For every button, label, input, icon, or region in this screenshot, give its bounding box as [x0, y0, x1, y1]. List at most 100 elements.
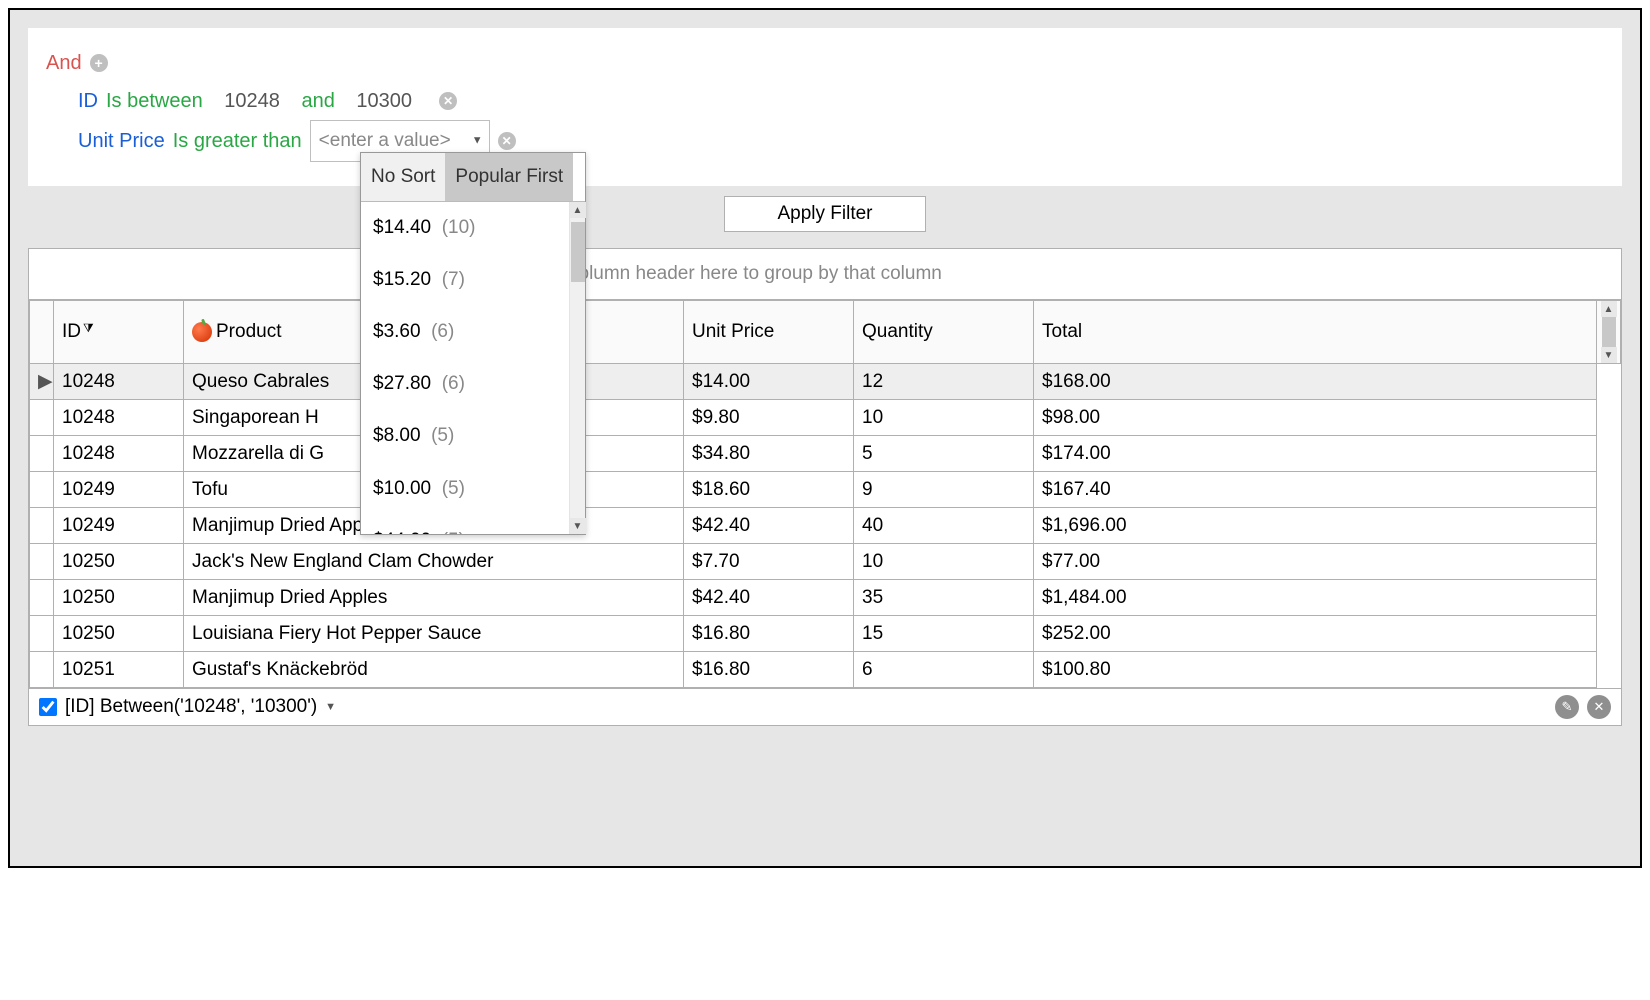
cell-unit-price: $42.40	[684, 508, 854, 544]
filter-operator[interactable]: Is between	[106, 82, 203, 120]
row-indicator	[30, 544, 54, 580]
column-header-unit-price[interactable]: Unit Price	[684, 301, 854, 364]
table-row[interactable]: 10249Manjimup Dried Apples$42.4040$1,696…	[30, 508, 1621, 544]
dropdown-item[interactable]: $27.80 (6)	[361, 358, 569, 410]
table-row[interactable]: 10250Louisiana Fiery Hot Pepper Sauce$16…	[30, 616, 1621, 652]
dropdown-sort-tabs: No Sort Popular First	[361, 153, 585, 202]
cell-quantity: 12	[854, 364, 1034, 400]
row-indicator	[30, 652, 54, 688]
remove-condition-icon[interactable]: ✕	[498, 132, 516, 150]
dropdown-item[interactable]: $3.60 (6)	[361, 306, 569, 358]
edit-filter-icon[interactable]: ✎	[1555, 695, 1579, 719]
tab-popular-first[interactable]: Popular First	[445, 153, 573, 201]
filter-operator[interactable]: Is greater than	[173, 122, 302, 160]
cell-product: Louisiana Fiery Hot Pepper Sauce	[184, 616, 684, 652]
filter-and-word: and	[301, 82, 334, 120]
table-row[interactable]: 10249Tofu$18.609$167.40	[30, 472, 1621, 508]
cell-id: 10249	[54, 508, 184, 544]
remove-condition-icon[interactable]: ✕	[439, 92, 457, 110]
cell-unit-price: $7.70	[684, 544, 854, 580]
app-frame: And + ID Is between 10248 and 10300 ✕ Un…	[8, 8, 1642, 868]
dropdown-scrollbar[interactable]: ▲ ▼	[569, 202, 585, 534]
header-row: ID⧩ Product Unit Price Quantity Total ▲ …	[30, 301, 1621, 364]
filter-value-1[interactable]: 10248	[224, 82, 280, 120]
filter-footer: [ID] Between('10248', '10300') ▼ ✎ ✕	[29, 688, 1621, 725]
column-header-quantity[interactable]: Quantity	[854, 301, 1034, 364]
cell-id: 10250	[54, 580, 184, 616]
cell-quantity: 15	[854, 616, 1034, 652]
cell-quantity: 10	[854, 544, 1034, 580]
table-row[interactable]: 10250Manjimup Dried Apples$42.4035$1,484…	[30, 580, 1621, 616]
cell-unit-price: $34.80	[684, 436, 854, 472]
table-row[interactable]: 10250Jack's New England Clam Chowder$7.7…	[30, 544, 1621, 580]
table-row[interactable]: 10248Mozzarella di G$34.805$174.00	[30, 436, 1621, 472]
scroll-down-icon[interactable]: ▼	[1601, 347, 1617, 363]
cell-total: $1,484.00	[1034, 580, 1597, 616]
tab-no-sort[interactable]: No Sort	[361, 153, 445, 201]
table-row[interactable]: 10248Singaporean H$9.8010$98.00	[30, 400, 1621, 436]
scroll-down-icon[interactable]: ▼	[570, 518, 586, 534]
filter-condition-1: Unit Price Is greater than <enter a valu…	[78, 120, 1606, 162]
cell-total: $252.00	[1034, 616, 1597, 652]
chevron-down-icon[interactable]: ▼	[325, 701, 336, 713]
group-by-panel[interactable]: column header here to group by that colu…	[29, 249, 1621, 300]
filter-expression[interactable]: [ID] Between('10248', '10300')	[65, 696, 317, 718]
dropdown-item[interactable]: $8.00 (5)	[361, 410, 569, 462]
cell-total: $100.80	[1034, 652, 1597, 688]
cell-total: $98.00	[1034, 400, 1597, 436]
row-indicator	[30, 436, 54, 472]
filter-value-2[interactable]: 10300	[356, 82, 412, 120]
cell-product: Jack's New England Clam Chowder	[184, 544, 684, 580]
dropdown-item-label: $3.60	[373, 321, 421, 342]
cell-id: 10250	[54, 616, 184, 652]
cell-quantity: 5	[854, 436, 1034, 472]
dropdown-item[interactable]: $15.20 (7)	[361, 254, 569, 306]
scroll-up-icon[interactable]: ▲	[1601, 301, 1617, 317]
filter-root-operator[interactable]: And	[46, 44, 82, 82]
dropdown-item[interactable]: $14.40 (10)	[361, 202, 569, 254]
filter-builder-panel: And + ID Is between 10248 and 10300 ✕ Un…	[28, 28, 1622, 186]
product-icon	[192, 322, 212, 342]
clear-filter-icon[interactable]: ✕	[1587, 695, 1611, 719]
dropdown-item-count: (6)	[442, 373, 465, 394]
dropdown-list: $14.40 (10)$15.20 (7)$3.60 (6)$27.80 (6)…	[361, 202, 585, 534]
cell-total: $77.00	[1034, 544, 1597, 580]
field-name[interactable]: ID	[78, 82, 98, 120]
grid-scrollbar[interactable]: ▲ ▼	[1597, 301, 1621, 364]
dropdown-item[interactable]: $44.00 (5)	[361, 515, 569, 534]
cell-id: 10249	[54, 472, 184, 508]
cell-total: $168.00	[1034, 364, 1597, 400]
filter-enabled-checkbox[interactable]	[39, 698, 57, 716]
cell-total: $174.00	[1034, 436, 1597, 472]
dropdown-item[interactable]: $10.00 (5)	[361, 463, 569, 515]
table-row[interactable]: 10251Gustaf's Knäckebröd$16.806$100.80	[30, 652, 1621, 688]
cell-product: Gustaf's Knäckebröd	[184, 652, 684, 688]
cell-unit-price: $16.80	[684, 616, 854, 652]
filter-icon[interactable]: ⧩	[83, 321, 94, 336]
apply-filter-button[interactable]: Apply Filter	[724, 196, 925, 232]
dropdown-item-label: $14.40	[373, 217, 431, 238]
column-label: Product	[216, 321, 281, 342]
grid-panel: column header here to group by that colu…	[28, 248, 1622, 726]
cell-total: $167.40	[1034, 472, 1597, 508]
field-name[interactable]: Unit Price	[78, 122, 165, 160]
row-indicator	[30, 472, 54, 508]
dropdown-item-label: $15.20	[373, 269, 431, 290]
cell-id: 10248	[54, 364, 184, 400]
dropdown-item-label: $8.00	[373, 425, 421, 446]
scroll-up-icon[interactable]: ▲	[570, 202, 586, 218]
column-header-total[interactable]: Total	[1034, 301, 1597, 364]
cell-id: 10248	[54, 400, 184, 436]
cell-id: 10248	[54, 436, 184, 472]
cell-quantity: 9	[854, 472, 1034, 508]
scroll-thumb[interactable]	[571, 222, 585, 282]
scroll-thumb[interactable]	[1602, 317, 1616, 347]
cell-quantity: 40	[854, 508, 1034, 544]
column-header-id[interactable]: ID⧩	[54, 301, 184, 364]
cell-id: 10251	[54, 652, 184, 688]
cell-total: $1,696.00	[1034, 508, 1597, 544]
value-dropdown: No Sort Popular First $14.40 (10)$15.20 …	[360, 152, 586, 535]
dropdown-item-label: $44.00	[373, 530, 431, 534]
add-condition-icon[interactable]: +	[90, 54, 108, 72]
table-row[interactable]: ▶10248Queso Cabrales$14.0012$168.00	[30, 364, 1621, 400]
